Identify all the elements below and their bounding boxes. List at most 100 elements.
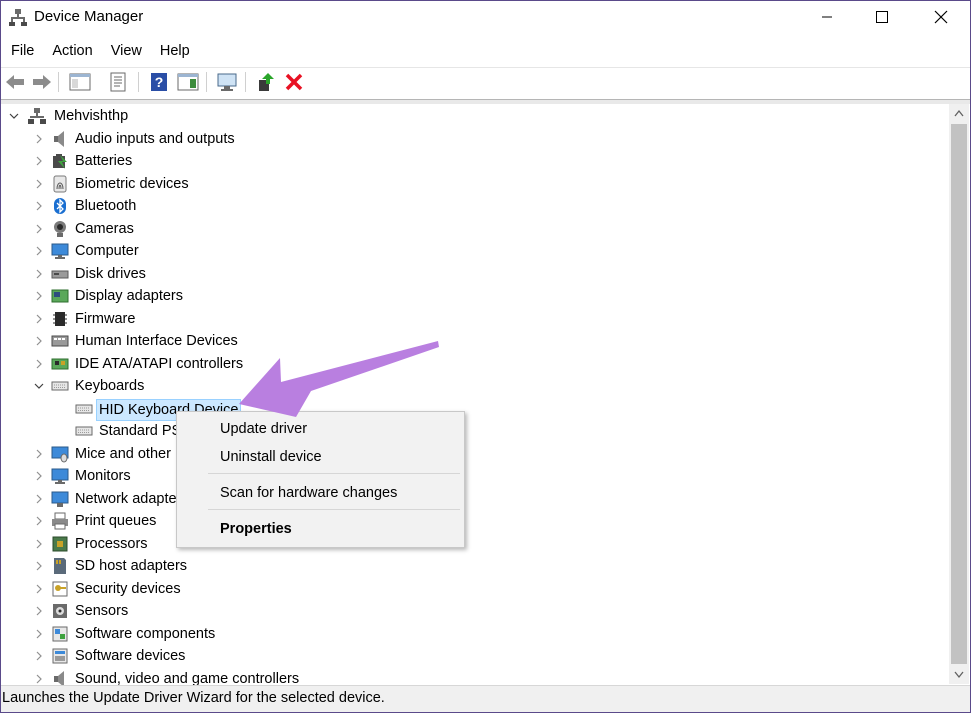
tree-category-mice-and-other[interactable]: Mice and other: [1, 443, 949, 465]
chevron-right-icon: [36, 629, 42, 638]
tree-category-sd-host-adapters[interactable]: SD host adapters: [1, 555, 949, 577]
tree-category-keyboards[interactable]: Keyboards: [1, 375, 949, 397]
forward-button[interactable]: [30, 70, 54, 94]
expand-toggle[interactable]: [34, 516, 44, 526]
expand-toggle[interactable]: [34, 224, 44, 234]
tree-category-print-queues[interactable]: Print queues: [1, 510, 949, 532]
tree-category-monitors[interactable]: Monitors: [1, 465, 949, 487]
scan-hardware-icon: [217, 73, 237, 91]
close-button[interactable]: [918, 1, 964, 33]
vertical-scrollbar[interactable]: [949, 104, 969, 684]
menu-help[interactable]: Help: [151, 39, 199, 63]
show-hide-tree-button[interactable]: [68, 70, 92, 94]
tree-category-ide-ata-atapi-controllers[interactable]: IDE ATA/ATAPI controllers: [1, 353, 949, 375]
expand-toggle[interactable]: [34, 629, 44, 639]
chevron-right-icon: [36, 291, 42, 301]
tree-category-software-components[interactable]: Software components: [1, 623, 949, 645]
scrollbar-thumb[interactable]: [951, 124, 967, 664]
tree-category-batteries[interactable]: Batteries: [1, 150, 949, 172]
tree-category-human-interface-devices[interactable]: Human Interface Devices: [1, 330, 949, 352]
keyboard-icon: [75, 426, 93, 436]
camera-icon: [54, 220, 66, 237]
expand-toggle[interactable]: [34, 561, 44, 571]
properties-menu-item[interactable]: Properties: [220, 521, 292, 537]
tree-category-label: Display adapters: [75, 288, 183, 304]
chevron-right-icon: [36, 449, 42, 458]
expand-toggle[interactable]: [34, 606, 44, 616]
expand-toggle[interactable]: [34, 584, 44, 594]
title-bar: Device Manager: [1, 1, 970, 33]
scroll-up-button[interactable]: [949, 104, 969, 122]
tree-category-software-devices[interactable]: Software devices: [1, 645, 949, 667]
update-driver-button[interactable]: [254, 70, 278, 94]
update-driver-menu-item[interactable]: Update driver: [220, 421, 307, 437]
expand-toggle[interactable]: [34, 291, 44, 301]
tree-category-biometric-devices[interactable]: Biometric devices: [1, 173, 949, 195]
action-pane-icon: [177, 73, 199, 91]
expand-toggle[interactable]: [34, 246, 44, 256]
chevron-right-icon: [36, 336, 42, 346]
tree-category-computer[interactable]: Computer: [1, 240, 949, 262]
expand-toggle[interactable]: [34, 269, 44, 279]
chevron-down-icon: [954, 671, 964, 679]
uninstall-device-menu-item[interactable]: Uninstall device: [220, 449, 322, 465]
expand-toggle[interactable]: [34, 156, 44, 166]
computer-node-icon: [28, 108, 46, 124]
scroll-down-button[interactable]: [949, 666, 969, 684]
properties-button[interactable]: [106, 70, 130, 94]
tree-category-firmware[interactable]: Firmware: [1, 308, 949, 330]
back-button[interactable]: [3, 70, 27, 94]
action-pane-button[interactable]: [176, 70, 200, 94]
expand-toggle[interactable]: [34, 359, 44, 369]
expand-toggle[interactable]: [34, 314, 44, 324]
menu-view[interactable]: View: [102, 39, 151, 63]
expand-toggle[interactable]: [34, 201, 44, 211]
show-hide-tree-icon: [69, 73, 91, 91]
forward-icon: [33, 75, 51, 89]
menu-action[interactable]: Action: [43, 39, 101, 63]
minimize-button[interactable]: [804, 1, 850, 33]
collapse-toggle[interactable]: [34, 381, 44, 391]
tree-category-bluetooth[interactable]: Bluetooth: [1, 195, 949, 217]
menu-file[interactable]: File: [1, 39, 43, 63]
tree-category-label: Batteries: [75, 153, 133, 169]
scan-hardware-menu-item[interactable]: Scan for hardware changes: [220, 485, 397, 501]
expand-toggle[interactable]: [34, 134, 44, 144]
tree-category-network-adapte[interactable]: Network adapte: [1, 488, 949, 510]
tree-category-sound-video-and-game-controllers[interactable]: Sound, video and game controllers: [1, 668, 949, 686]
tree-device-standard-ps[interactable]: Standard PS: [1, 420, 949, 442]
expand-toggle[interactable]: [34, 674, 44, 684]
expand-toggle[interactable]: [34, 449, 44, 459]
tree-category-security-devices[interactable]: Security devices: [1, 578, 949, 600]
security-key-icon: [52, 581, 68, 596]
tree-root-computer[interactable]: Mehvishthp: [1, 105, 949, 127]
help-button[interactable]: ?: [147, 70, 171, 94]
tree-category-label: Biometric devices: [75, 175, 189, 192]
expand-toggle[interactable]: [34, 651, 44, 661]
chevron-right-icon: [36, 201, 42, 211]
expand-toggle[interactable]: [34, 179, 44, 189]
collapse-toggle[interactable]: [9, 111, 19, 121]
tree-category-display-adapters[interactable]: Display adapters: [1, 285, 949, 307]
chevron-right-icon: [36, 471, 42, 481]
chevron-right-icon: [36, 539, 42, 548]
tree-category-processors[interactable]: Processors: [1, 533, 949, 555]
device-manager-app-icon: [9, 9, 27, 26]
software-device-icon: [52, 648, 68, 664]
fingerprint-icon: [53, 175, 67, 192]
tree-category-audio-inputs-and-outputs[interactable]: Audio inputs and outputs: [1, 128, 949, 150]
svg-text:?: ?: [155, 74, 164, 90]
tree-category-label: Processors: [75, 535, 148, 552]
scan-hardware-button[interactable]: [215, 70, 239, 94]
tree-category-cameras[interactable]: Cameras: [1, 218, 949, 240]
tree-category-sensors[interactable]: Sensors: [1, 600, 949, 622]
expand-toggle[interactable]: [34, 471, 44, 481]
expand-toggle[interactable]: [34, 539, 44, 549]
tree-category-disk-drives[interactable]: Disk drives: [1, 263, 949, 285]
expand-toggle[interactable]: [34, 494, 44, 504]
toolbar-separator: [58, 72, 59, 92]
expand-toggle[interactable]: [34, 336, 44, 346]
maximize-button[interactable]: [859, 1, 905, 33]
uninstall-device-button[interactable]: [282, 70, 306, 94]
tree-device-hid-keyboard-device[interactable]: HID Keyboard Device: [1, 398, 949, 421]
